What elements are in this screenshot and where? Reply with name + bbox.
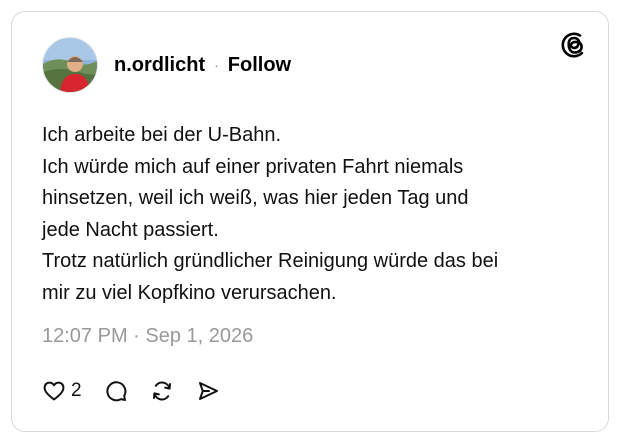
share-icon — [198, 382, 218, 400]
post-text-line: Ich würde mich auf einer privaten Fahrt … — [42, 155, 464, 178]
post-text-line: hinsetzen, weil ich weiß, was hier jeden… — [42, 187, 469, 209]
author-row: n.ordlicht · Follow — [114, 54, 291, 77]
post-text-line: Ich arbeite bei der U-Bahn. — [42, 124, 282, 146]
repost-button[interactable] — [150, 379, 174, 403]
avatar[interactable] — [42, 37, 98, 93]
threads-logo-icon[interactable] — [560, 31, 588, 59]
avatar-image — [43, 38, 97, 92]
share-button[interactable] — [196, 379, 220, 403]
comment-icon — [106, 381, 126, 402]
username-link[interactable]: n.ordlicht — [114, 54, 205, 77]
separator-dot: · — [214, 57, 219, 73]
post-text-line: Trotz natürlich gründlicher Reinigung wü… — [42, 250, 499, 272]
post-header: n.ordlicht · Follow — [42, 36, 291, 94]
post-text: Ich arbeite bei der U-Bahn. Ich würde mi… — [42, 120, 582, 309]
post-timestamp[interactable]: 12:07 PM · Sep 1, 2026 — [42, 325, 253, 348]
repost-icon — [152, 381, 171, 401]
like-button[interactable]: 2 — [42, 379, 82, 403]
post-card: n.ordlicht · Follow Ich arbeite bei der … — [11, 11, 609, 432]
heart-icon — [43, 381, 65, 401]
action-bar: 2 — [42, 377, 220, 405]
follow-button[interactable]: Follow — [228, 54, 291, 77]
post-text-line: mir zu viel Kopfkino verursachen. — [42, 281, 337, 304]
post-text-line: jede Nacht passiert. — [42, 218, 219, 241]
reply-button[interactable] — [104, 379, 128, 403]
like-count: 2 — [71, 380, 82, 401]
